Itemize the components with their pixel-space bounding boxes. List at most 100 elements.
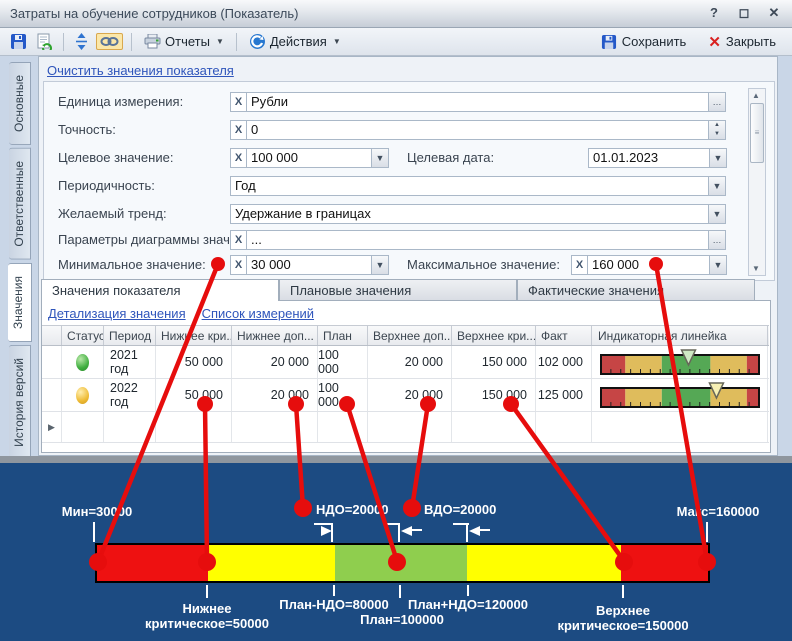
precision-label: Точность: <box>58 120 116 140</box>
bar-red-high <box>621 545 708 581</box>
measurements-list-link[interactable]: Список измерений <box>202 306 314 321</box>
cell-upper-allowed: 20 000 <box>368 346 452 378</box>
dropdown-button[interactable]: ▼ <box>710 255 727 275</box>
target-value-label: Целевое значение: <box>58 148 173 168</box>
col-header-upper-critical[interactable]: Верхнее кри... <box>452 326 536 345</box>
dropdown-button[interactable]: ▼ <box>372 255 389 275</box>
target-date-field[interactable]: 01.01.2023 <box>588 148 710 168</box>
chart-params-field[interactable]: ... <box>247 230 709 250</box>
clear-field-icon[interactable]: X <box>230 92 247 112</box>
help-button[interactable]: ? <box>706 5 722 21</box>
col-header-lower-allowed[interactable]: Нижнее доп... <box>232 326 318 345</box>
dropdown-button[interactable]: ▼ <box>372 148 389 168</box>
scroll-thumb[interactable]: ≡ <box>750 103 764 163</box>
table-row-empty[interactable]: ▶ <box>42 412 769 443</box>
form-scrollbar[interactable]: ▲ ≡ ▼ <box>748 88 766 276</box>
bar-yellow-high <box>467 545 621 581</box>
dropdown-button[interactable]: ▼ <box>709 176 726 196</box>
maximize-button[interactable]: ◻ <box>736 5 752 21</box>
dropdown-button[interactable]: ▼ <box>709 204 726 224</box>
side-tab-values[interactable]: Значения <box>8 263 32 342</box>
actions-button[interactable]: Действия ▼ <box>245 31 345 52</box>
trend-field[interactable]: Удержание в границах <box>230 204 709 224</box>
side-tab-main[interactable]: Основные <box>9 62 31 145</box>
split-arrows-button[interactable] <box>72 31 91 52</box>
col-header-fact[interactable]: Факт <box>536 326 592 345</box>
cell-upper-allowed: 20 000 <box>368 379 452 411</box>
max-value-field[interactable]: 160 000 <box>588 255 710 275</box>
side-tab-history[interactable]: История версий <box>9 345 31 460</box>
toolbar-separator <box>236 33 237 51</box>
tab-planned-values[interactable]: Плановые значения <box>279 279 517 301</box>
cell-upper-critical: 150 000 <box>452 379 536 411</box>
close-button[interactable]: ✕ Закрыть <box>704 31 780 53</box>
chevron-down-icon: ▼ <box>333 37 341 46</box>
clear-values-link[interactable]: Очистить значения показателя <box>47 63 234 78</box>
table-row[interactable]: 2022 год 50 000 20 000 100 000 20 000 15… <box>42 379 769 412</box>
col-header-status[interactable]: Статус <box>62 326 104 345</box>
values-table: Статус Период Нижнее кри... Нижнее доп..… <box>42 325 769 443</box>
bar-green <box>335 545 467 581</box>
refresh-document-button[interactable] <box>34 31 55 52</box>
dropdown-button[interactable]: ▼ <box>710 148 727 168</box>
spinner-buttons[interactable]: ▲▼ <box>709 120 726 140</box>
floppy-icon <box>601 34 617 50</box>
tab-actual-values[interactable]: Фактические значения <box>517 279 755 301</box>
side-tab-responsible[interactable]: Ответственные <box>9 148 31 260</box>
toolbar-separator <box>131 33 132 51</box>
cell-fact: 102 000 <box>536 346 592 378</box>
dimension-arrow-icon <box>469 526 480 536</box>
tab-bar: Значения показателя Плановые значения Фа… <box>41 279 755 301</box>
col-header-ruler[interactable]: Индикаторная линейка <box>592 326 768 345</box>
clear-field-icon[interactable]: X <box>230 230 247 250</box>
min-scale-label: Мин=30000 <box>37 504 157 519</box>
table-row[interactable]: 2021 год 50 000 20 000 100 000 20 000 15… <box>42 346 769 379</box>
title-bar: Затраты на обучение сотрудников (Показат… <box>0 0 792 28</box>
unit-label: Единица измерения: <box>58 92 183 112</box>
col-header-plan[interactable]: План <box>318 326 368 345</box>
save-button[interactable]: Сохранить <box>597 32 691 52</box>
bar-yellow-low <box>208 545 335 581</box>
vdo-label: ВДО=20000 <box>424 502 496 517</box>
clear-field-icon[interactable]: X <box>571 255 588 275</box>
precision-field[interactable]: 0 <box>247 120 709 140</box>
col-header-upper-allowed[interactable]: Верхнее доп... <box>368 326 452 345</box>
col-header-lower-critical[interactable]: Нижнее кри... <box>156 326 232 345</box>
printer-icon <box>144 34 161 49</box>
target-value-field[interactable]: 100 000 <box>247 148 372 168</box>
split-arrows-icon <box>74 33 89 50</box>
scroll-up-icon[interactable]: ▲ <box>750 91 762 100</box>
content-panel: Очистить значения показателя Единица изм… <box>38 56 778 456</box>
reports-label: Отчеты <box>165 34 210 49</box>
clear-field-icon[interactable]: X <box>230 120 247 140</box>
window-title: Затраты на обучение сотрудников (Показат… <box>10 6 299 21</box>
ellipsis-button[interactable]: … <box>709 230 726 250</box>
cell-lower-critical: 50 000 <box>156 379 232 411</box>
cell-upper-critical: 150 000 <box>452 346 536 378</box>
scroll-down-icon[interactable]: ▼ <box>750 264 762 273</box>
link-toggle-button[interactable] <box>96 33 123 50</box>
floppy-icon <box>10 33 27 50</box>
plan-plus-ndo-label: План+НДО=120000 <box>388 597 548 612</box>
side-tab-strip: Основные Ответственные Значения История … <box>0 56 38 456</box>
clear-field-icon[interactable]: X <box>230 148 247 168</box>
max-value-label: Максимальное значение: <box>407 255 560 275</box>
reports-button[interactable]: Отчеты ▼ <box>140 32 228 51</box>
chevron-down-icon: ▼ <box>216 37 224 46</box>
toolbar: Отчеты ▼ Действия ▼ Сохранить ✕ Закрыть <box>0 28 792 56</box>
dimension-arrow-icon <box>401 526 412 536</box>
tab-panel: Детализация значения Список измерений Ст… <box>41 300 771 453</box>
detail-value-link[interactable]: Детализация значения <box>48 306 186 321</box>
close-window-button[interactable]: ✕ <box>766 5 782 21</box>
col-header-period[interactable]: Период <box>104 326 156 345</box>
ellipsis-button[interactable]: … <box>709 92 726 112</box>
periodicity-field[interactable]: Год <box>230 176 709 196</box>
ndo-label: НДО=20000 <box>316 502 389 517</box>
save-icon-button[interactable] <box>8 31 29 52</box>
min-value-field[interactable]: 30 000 <box>247 255 372 275</box>
unit-field[interactable]: Рубли <box>247 92 709 112</box>
cell-lower-allowed: 20 000 <box>232 346 318 378</box>
clear-field-icon[interactable]: X <box>230 255 247 275</box>
tab-indicator-values[interactable]: Значения показателя <box>41 279 279 301</box>
cell-period: 2021 год <box>104 346 156 378</box>
